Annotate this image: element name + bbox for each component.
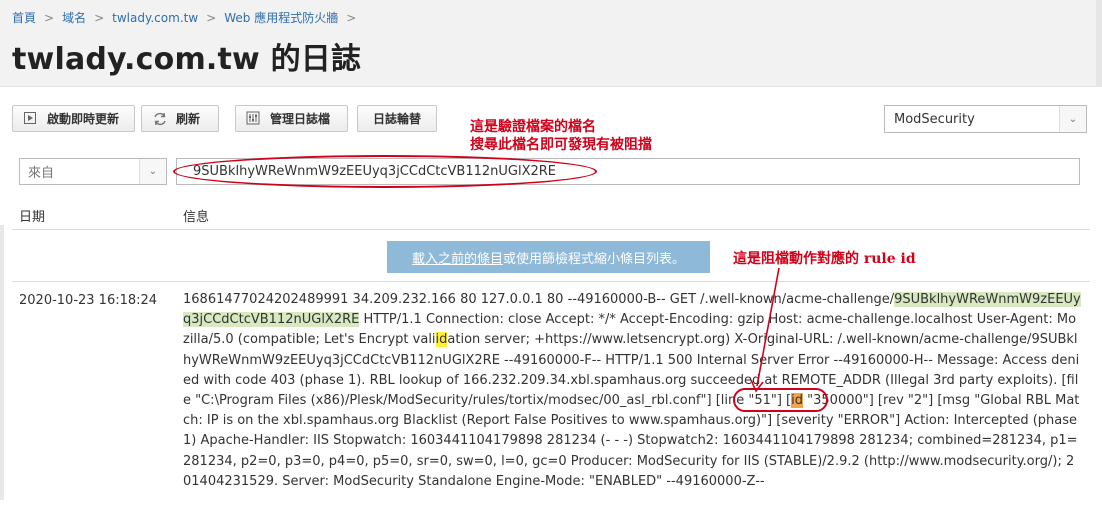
refresh-label: 刷新 — [176, 112, 201, 126]
load-more-text: 或使用篩檢程式縮小條目列表。 — [503, 251, 686, 267]
breadcrumb-domains[interactable]: 域名 — [62, 9, 86, 26]
engine-select-value: ModSecurity — [894, 111, 975, 127]
breadcrumb-domain[interactable]: twlady.com.tw — [112, 11, 198, 25]
rule-id-highlight: id — [791, 393, 804, 409]
page-header: 首頁 > 域名 > twlady.com.tw > Web 應用程式防火牆 > … — [0, 0, 1102, 87]
load-more-link[interactable]: 載入之前的條目 — [412, 248, 503, 267]
scroll-edge — [1096, 0, 1102, 87]
chevron-down-icon: ⌄ — [1059, 106, 1086, 132]
source-filter-select[interactable]: 來自 ⌄ — [19, 158, 167, 185]
divider — [12, 229, 1090, 230]
search-input[interactable] — [176, 158, 1080, 185]
play-icon — [23, 111, 39, 127]
message-part: 16861477024202489991 34.209.232.166 80 1… — [183, 292, 895, 307]
breadcrumb-separator: > — [206, 10, 217, 25]
refresh-button[interactable]: 刷新 — [141, 105, 219, 132]
refresh-icon — [152, 111, 168, 127]
chevron-down-icon: ⌄ — [139, 159, 166, 184]
divider — [12, 281, 1090, 282]
id-highlight: id — [435, 332, 448, 348]
log-rotation-button[interactable]: 日誌輪替 — [357, 105, 437, 132]
column-header-message[interactable]: 信息 — [183, 206, 209, 225]
left-edge — [0, 225, 4, 500]
breadcrumb-separator: > — [94, 10, 105, 25]
entry-message: 16861477024202489991 34.209.232.166 80 1… — [183, 290, 1081, 492]
source-filter-placeholder: 來自 — [28, 166, 55, 181]
live-update-label: 啟動即時更新 — [47, 112, 120, 126]
manage-logs-button[interactable]: 管理日誌檔 — [235, 105, 348, 132]
log-rotation-label: 日誌輪替 — [372, 112, 421, 126]
log-settings-icon — [246, 111, 262, 127]
filename-annotation-line2: 搜尋此檔名即可發現有被阻擋 — [470, 137, 652, 153]
engine-select[interactable]: ModSecurity ⌄ — [884, 105, 1087, 133]
live-update-button[interactable]: 啟動即時更新 — [12, 105, 135, 132]
breadcrumb-waf[interactable]: Web 應用程式防火牆 — [224, 9, 338, 26]
breadcrumb-home[interactable]: 首頁 — [12, 9, 36, 26]
entry-date: 2020-10-23 16:18:24 — [19, 293, 158, 308]
load-more-banner: 載入之前的條目 或使用篩檢程式縮小條目列表。 — [387, 241, 710, 273]
manage-logs-label: 管理日誌檔 — [270, 112, 331, 126]
breadcrumb-separator: > — [346, 10, 357, 25]
filename-annotation-line1: 這是驗證檔案的檔名 — [470, 119, 596, 135]
breadcrumb: 首頁 > 域名 > twlady.com.tw > Web 應用程式防火牆 > — [12, 9, 364, 26]
column-header-date[interactable]: 日期 — [19, 206, 45, 225]
page-title: twlady.com.tw 的日誌 — [12, 42, 362, 77]
rule-id-annotation: 這是阻檔動作對應的 rule id — [733, 251, 916, 267]
breadcrumb-separator: > — [44, 10, 55, 25]
